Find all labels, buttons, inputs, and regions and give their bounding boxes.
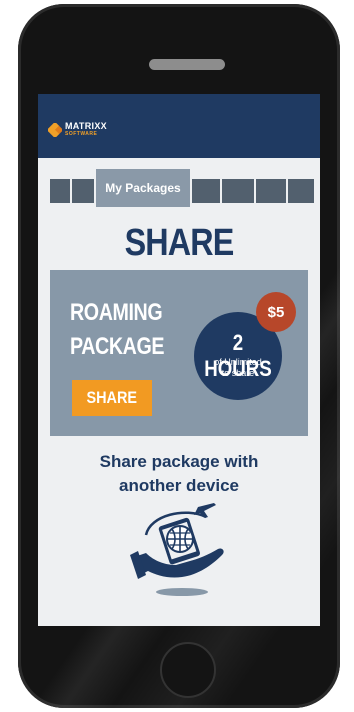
phone-frame: MATRIXX SOFTWARE My Packages SHARE ROAMI… [18,4,340,708]
price-badge: $5 [256,292,296,332]
tab-1[interactable] [50,179,70,203]
app-header: MATRIXX SOFTWARE [38,94,320,158]
home-button[interactable] [160,642,216,698]
logo-mark-icon [48,122,62,137]
speaker-grille [149,59,225,70]
share-description-line2: another device [119,476,239,495]
matrixx-logo: MATRIXX SOFTWARE [48,122,107,137]
app-screen: MATRIXX SOFTWARE My Packages SHARE ROAMI… [38,94,320,626]
share-description: Share package with another device [38,450,320,498]
tab-my-packages[interactable]: My Packages [96,169,190,207]
package-title: ROAMING PACKAGE [70,296,164,364]
tab-6[interactable] [256,179,286,203]
tab-5[interactable] [222,179,254,203]
share-button[interactable]: SHARE [72,380,152,416]
share-button-label: SHARE [86,388,138,407]
logo-subtitle: SOFTWARE [65,131,98,137]
logo-name: MATRIXX [65,121,107,131]
hours-subtext-line2: to share [221,368,255,378]
package-card: ROAMING PACKAGE SHARE 2 HOURS of Unlimit… [50,270,308,436]
share-description-line1: Share package with [99,452,259,471]
tab-7[interactable] [288,179,314,203]
tab-2[interactable] [72,179,94,203]
tab-4[interactable] [192,179,220,203]
page-title: SHARE [124,222,235,264]
package-title-line2: PACKAGE [70,333,165,360]
hours-subtext: of Unlimited to share [194,357,282,379]
hours-subtext-line1: of Unlimited [214,357,262,367]
tab-bar: My Packages [50,169,314,207]
package-title-line1: ROAMING [70,299,163,326]
hand-phone-globe-icon [130,503,224,596]
